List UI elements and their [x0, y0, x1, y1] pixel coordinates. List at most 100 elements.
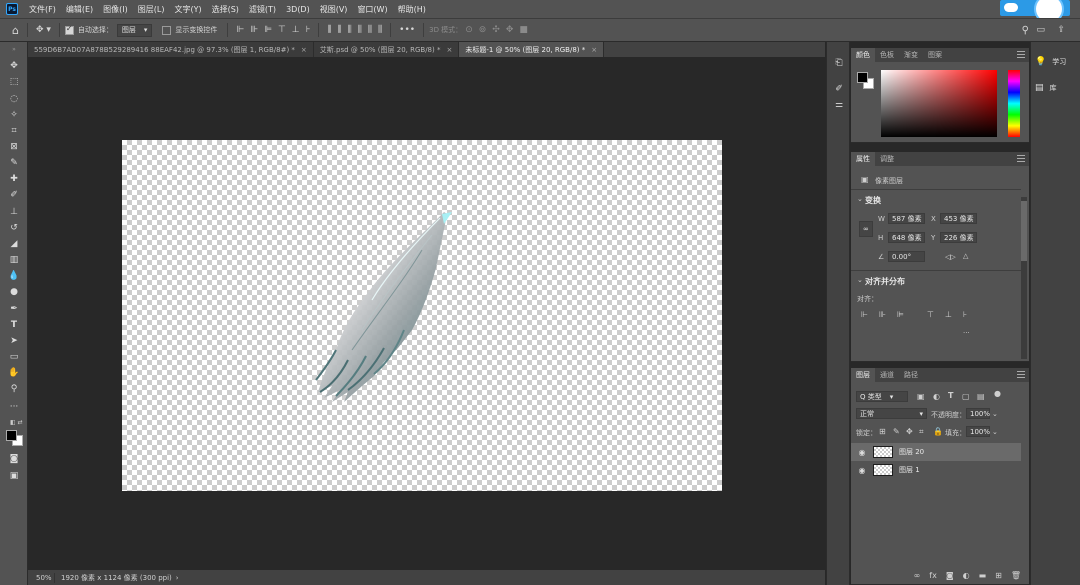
layer-style-icon[interactable]: fx: [929, 571, 937, 580]
default-colors-icon[interactable]: ◧ ⇄: [10, 419, 23, 426]
link-layers-icon[interactable]: ∞: [914, 571, 921, 580]
libraries-panel-button[interactable]: ▤ 库: [1035, 80, 1079, 96]
zoom-level[interactable]: 50%: [28, 574, 54, 582]
angle-field[interactable]: 0.00°: [888, 251, 925, 262]
clone-stamp-tool-icon[interactable]: ⊥: [5, 205, 23, 218]
close-icon[interactable]: ×: [301, 46, 307, 54]
tab-layers[interactable]: 图层: [851, 368, 875, 382]
tab-document-1[interactable]: 559D6B7AD07A878B529289416 88EAF42.jpg @ …: [28, 42, 314, 57]
chevron-right-icon[interactable]: ›: [176, 574, 179, 582]
menu-window[interactable]: 窗口(W): [352, 4, 392, 15]
tab-properties[interactable]: 属性: [851, 152, 875, 166]
3d-roll-icon[interactable]: ⊚: [479, 25, 487, 35]
eraser-tool-icon[interactable]: ◢: [5, 237, 23, 250]
tab-document-2[interactable]: 艾斯.psd @ 50% (图层 20, RGB/8) * ×: [313, 42, 460, 57]
menu-filter[interactable]: 滤镜(T): [244, 4, 281, 15]
align-left-icon[interactable]: ⊩: [861, 310, 868, 319]
align-right-icon[interactable]: ⊫: [264, 25, 272, 35]
workspace-icon[interactable]: ▭: [1036, 25, 1045, 35]
show-transform-checkbox[interactable]: [162, 25, 172, 35]
canvas-area[interactable]: [28, 57, 825, 570]
menu-layer[interactable]: 图层(L): [133, 4, 170, 15]
align-hcenter-icon[interactable]: ⊪: [250, 25, 258, 35]
menu-help[interactable]: 帮助(H): [393, 4, 431, 15]
lock-all-icon[interactable]: 🔒: [933, 427, 943, 436]
filter-adjustment-icon[interactable]: ◐: [933, 392, 940, 401]
opacity-field[interactable]: 100%: [966, 408, 990, 419]
tab-color[interactable]: 颜色: [851, 48, 875, 62]
chevron-down-icon[interactable]: ⌄: [992, 410, 998, 418]
lasso-tool-icon[interactable]: ◌: [5, 92, 23, 105]
tab-channels[interactable]: 通道: [875, 368, 899, 382]
align-vcenter-icon[interactable]: ⊥: [945, 310, 952, 319]
tab-swatches[interactable]: 色板: [875, 48, 899, 62]
menu-view[interactable]: 视图(V): [315, 4, 353, 15]
trash-icon[interactable]: 🗑: [1011, 571, 1021, 580]
layer-name[interactable]: 图层 1: [899, 465, 920, 475]
add-mask-icon[interactable]: ◙: [946, 571, 954, 580]
filter-type-icon[interactable]: T: [948, 391, 953, 400]
rectangle-tool-icon[interactable]: ▭: [5, 350, 23, 363]
home-icon[interactable]: ⌂: [12, 24, 19, 37]
filter-toggle-icon[interactable]: ●: [994, 389, 1001, 398]
eyedropper-tool-icon[interactable]: ✎: [5, 156, 23, 169]
pen-tool-icon[interactable]: ✒: [5, 302, 23, 315]
search-icon[interactable]: ⚲: [1022, 25, 1029, 36]
layer-row[interactable]: ◉ 图层 1: [851, 461, 1021, 479]
y-position-field[interactable]: 226 像素: [940, 232, 977, 243]
zoom-tool-icon[interactable]: ⚲: [5, 382, 23, 395]
foreground-color-swatch[interactable]: [857, 72, 868, 83]
distribute-right-icon[interactable]: ⫼: [378, 25, 382, 35]
adjustment-layer-icon[interactable]: ◐: [963, 571, 970, 580]
panel-menu-icon[interactable]: [1017, 51, 1025, 58]
tab-adjustments[interactable]: 调整: [875, 152, 899, 166]
move-tool-icon[interactable]: ✥ ▾: [36, 25, 51, 35]
align-vcenter-icon[interactable]: ⊥: [292, 25, 300, 35]
healing-brush-tool-icon[interactable]: ✚: [5, 172, 23, 185]
distribute-bottom-icon[interactable]: ⫼: [348, 25, 352, 35]
properties-scrollbar[interactable]: [1021, 197, 1027, 359]
new-group-icon[interactable]: ▬: [979, 571, 987, 580]
quick-mask-icon[interactable]: ◙: [5, 452, 23, 465]
brush-tool-icon[interactable]: ✐: [5, 188, 23, 201]
document-info[interactable]: 1920 像素 x 1124 像素 (300 ppi): [54, 572, 172, 583]
layer-row[interactable]: ◉ 图层 20: [851, 443, 1021, 461]
lock-position-icon[interactable]: ✥: [906, 427, 913, 436]
share-icon[interactable]: ⇪: [1057, 25, 1065, 35]
distribute-hcenter-icon[interactable]: ⫼: [368, 25, 372, 35]
link-icon[interactable]: ∞: [859, 221, 873, 237]
panel-menu-icon[interactable]: [1017, 155, 1025, 162]
align-left-icon[interactable]: ⊩: [236, 25, 244, 35]
menu-image[interactable]: 图像(I): [98, 4, 133, 15]
distribute-vcenter-icon[interactable]: ⫼: [337, 25, 341, 35]
chevron-down-icon[interactable]: ⌄: [857, 195, 863, 203]
menu-3d[interactable]: 3D(D): [281, 5, 315, 14]
visibility-eye-icon[interactable]: ◉: [857, 448, 867, 457]
chevron-down-icon[interactable]: ⌄: [857, 276, 863, 284]
learn-panel-button[interactable]: 💡 学习: [1035, 54, 1079, 70]
history-icon[interactable]: ⎗: [832, 56, 846, 70]
dodge-tool-icon[interactable]: ●: [5, 285, 23, 298]
menu-edit[interactable]: 编辑(E): [61, 4, 98, 15]
lock-transparency-icon[interactable]: ⊞: [879, 427, 886, 436]
close-icon[interactable]: ×: [446, 46, 452, 54]
path-selection-tool-icon[interactable]: ➤: [5, 334, 23, 347]
lock-pixels-icon[interactable]: ✎: [893, 427, 900, 436]
color-field[interactable]: [881, 70, 997, 137]
layer-filter-dropdown[interactable]: Q 类型 ▾: [856, 391, 908, 402]
fill-field[interactable]: 100%: [966, 426, 990, 437]
blend-mode-dropdown[interactable]: 正常 ▾: [856, 408, 927, 419]
flip-horizontal-icon[interactable]: ◁▷: [945, 253, 956, 261]
creative-cloud-button[interactable]: [1000, 0, 1070, 24]
lock-artboard-icon[interactable]: ⌗: [919, 427, 924, 437]
tab-document-3[interactable]: 未标题-1 @ 50% (图层 20, RGB/8) * ×: [459, 42, 605, 57]
move-tool-icon[interactable]: ✥: [5, 59, 23, 72]
chevron-down-icon[interactable]: ⌄: [992, 428, 998, 436]
brush-settings-icon[interactable]: ✐: [832, 82, 846, 96]
adjustments-icon[interactable]: ⚌: [832, 98, 846, 112]
history-brush-tool-icon[interactable]: ↺: [5, 221, 23, 234]
blur-tool-icon[interactable]: 💧: [5, 269, 23, 282]
hand-tool-icon[interactable]: ✋: [5, 366, 23, 379]
tab-paths[interactable]: 路径: [899, 368, 923, 382]
frame-tool-icon[interactable]: ⊠: [5, 140, 23, 153]
